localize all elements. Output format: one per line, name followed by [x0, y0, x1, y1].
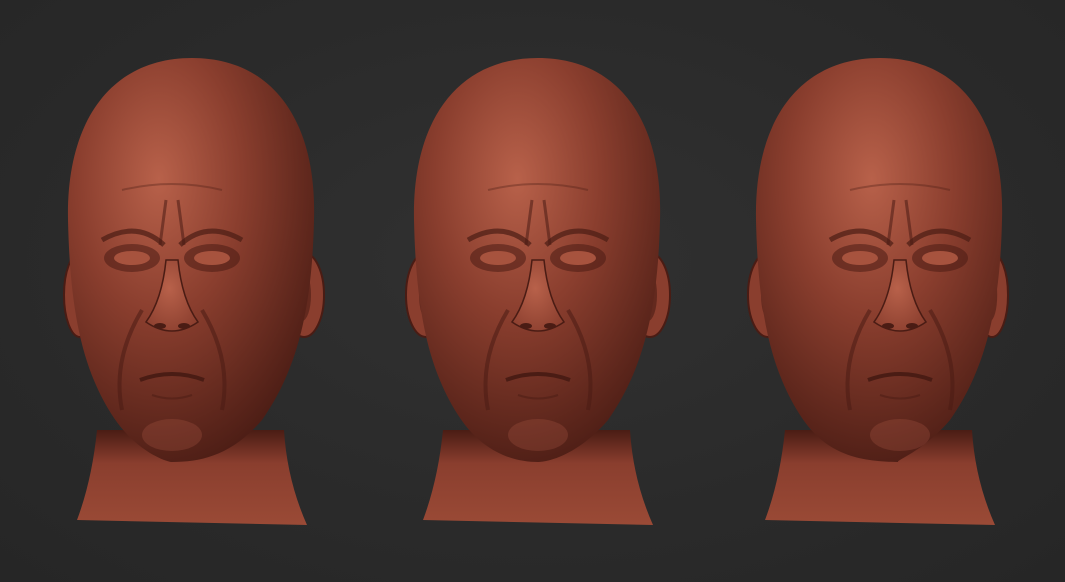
head-sculpt-front [388, 50, 688, 550]
eye-right [922, 251, 958, 265]
head-sculpt-three-quarter-right [722, 50, 1022, 550]
eye-left [114, 251, 150, 265]
eye-right [194, 251, 230, 265]
eye-right [560, 251, 596, 265]
render-viewport [0, 0, 1065, 582]
eye-left [480, 251, 516, 265]
eye-left [842, 251, 878, 265]
head-sculpt-three-quarter-left [50, 50, 350, 550]
